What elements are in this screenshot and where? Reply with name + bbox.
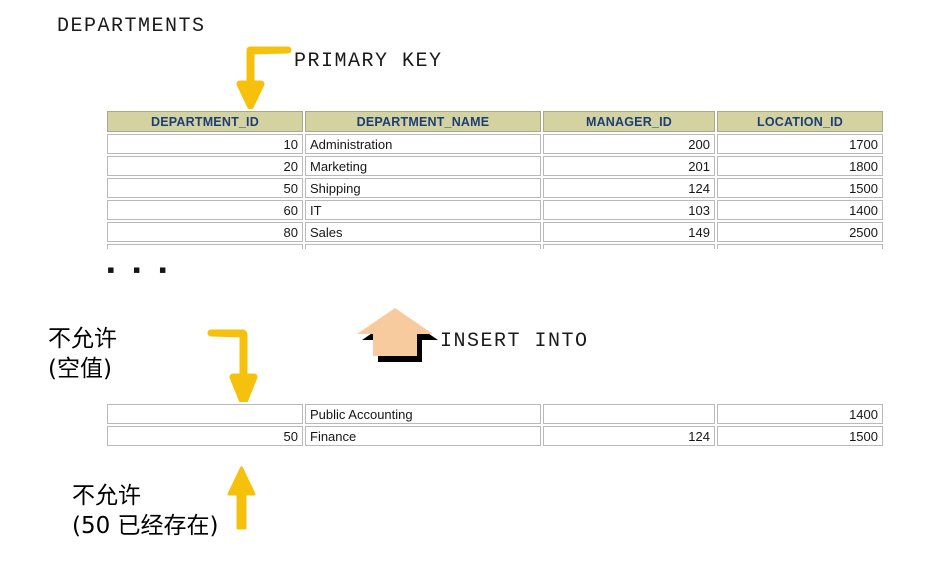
cell-clipped xyxy=(305,244,541,249)
cell-location-id: 1400 xyxy=(717,200,883,220)
cell-manager-id: 149 xyxy=(543,222,715,242)
cell-manager-id xyxy=(543,404,715,424)
null-pk-note: 不允许 (空值) xyxy=(48,324,117,385)
cell-clipped xyxy=(107,244,303,249)
null-pk-note-line2: (空值) xyxy=(48,356,112,383)
cell-department-name: Finance xyxy=(305,426,541,446)
insert-into-label: INSERT INTO xyxy=(440,330,589,353)
cell-location-id: 2500 xyxy=(717,222,883,242)
cell-manager-id: 124 xyxy=(543,426,715,446)
cell-department-id: 10 xyxy=(107,134,303,154)
cell-location-id: 1800 xyxy=(717,156,883,176)
table-row: 50 Finance 124 1500 xyxy=(107,426,883,446)
cell-department-name: Marketing xyxy=(305,156,541,176)
cell-department-id: 20 xyxy=(107,156,303,176)
cell-location-id: 1500 xyxy=(717,178,883,198)
cell-location-id: 1500 xyxy=(717,426,883,446)
primary-key-label: PRIMARY KEY xyxy=(294,50,443,73)
insert-into-arrow-icon xyxy=(357,308,438,362)
cell-department-name: Administration xyxy=(305,134,541,154)
column-header-manager-id: MANAGER_ID xyxy=(543,111,715,132)
cell-department-id: 60 xyxy=(107,200,303,220)
cell-department-id: 50 xyxy=(107,426,303,446)
table-row: 20 Marketing 201 1800 xyxy=(107,156,883,176)
cell-department-name: Shipping xyxy=(305,178,541,198)
table-row: 10 Administration 200 1700 xyxy=(107,134,883,154)
page-title: DEPARTMENTS xyxy=(57,15,206,38)
cell-manager-id: 124 xyxy=(543,178,715,198)
cell-manager-id: 201 xyxy=(543,156,715,176)
departments-table: DEPARTMENT_ID DEPARTMENT_NAME MANAGER_ID… xyxy=(105,109,885,251)
table-row-clipped xyxy=(107,244,883,249)
inserted-rows-table: Public Accounting 1400 50 Finance 124 15… xyxy=(105,402,885,448)
cell-location-id: 1400 xyxy=(717,404,883,424)
primary-key-arrow-icon xyxy=(236,46,292,110)
table-header-row: DEPARTMENT_ID DEPARTMENT_NAME MANAGER_ID… xyxy=(107,111,883,132)
column-header-location-id: LOCATION_ID xyxy=(717,111,883,132)
cell-clipped xyxy=(543,244,715,249)
cell-department-id: 50 xyxy=(107,178,303,198)
more-rows-ellipsis: ▪ ▪ ▪ xyxy=(107,257,173,282)
table-row: 50 Shipping 124 1500 xyxy=(107,178,883,198)
table-row: 80 Sales 149 2500 xyxy=(107,222,883,242)
null-value-arrow-icon xyxy=(207,329,258,407)
null-pk-note-line1: 不允许 xyxy=(48,326,117,352)
cell-department-id: 80 xyxy=(107,222,303,242)
cell-clipped xyxy=(717,244,883,249)
column-header-department-id: DEPARTMENT_ID xyxy=(107,111,303,132)
cell-department-name: Sales xyxy=(305,222,541,242)
duplicate-key-note-line1: 不允许 xyxy=(72,483,141,509)
cell-department-name: Public Accounting xyxy=(305,404,541,424)
table-row: Public Accounting 1400 xyxy=(107,404,883,424)
cell-location-id: 1700 xyxy=(717,134,883,154)
column-header-department-name: DEPARTMENT_NAME xyxy=(305,111,541,132)
table-row: 60 IT 103 1400 xyxy=(107,200,883,220)
cell-department-name: IT xyxy=(305,200,541,220)
cell-manager-id: 200 xyxy=(543,134,715,154)
duplicate-key-note-line2: (50 已经存在) xyxy=(72,513,219,540)
cell-department-id xyxy=(107,404,303,424)
duplicate-key-note: 不允许 (50 已经存在) xyxy=(72,481,219,542)
duplicate-key-arrow-icon xyxy=(227,466,256,530)
cell-manager-id: 103 xyxy=(543,200,715,220)
